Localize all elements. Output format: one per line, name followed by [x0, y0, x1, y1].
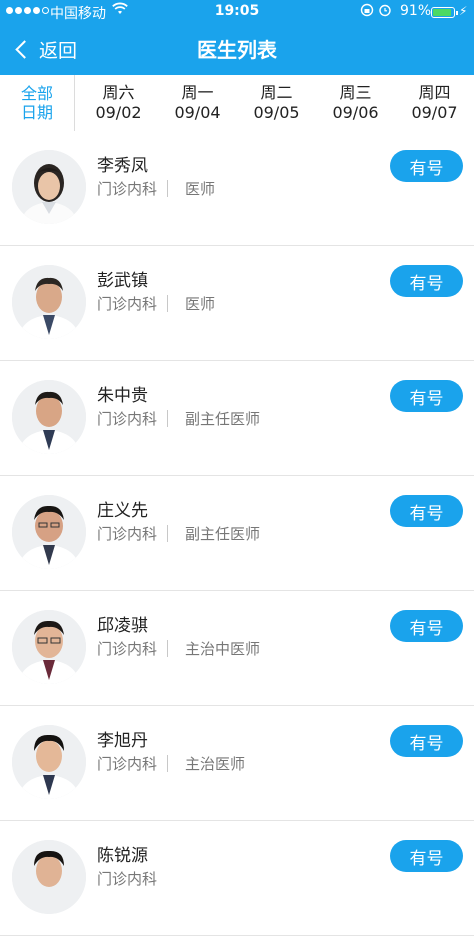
battery-percent: 91%	[400, 3, 432, 19]
doctor-row[interactable]: 朱中贵 门诊内科 副主任医师 有号	[0, 361, 474, 476]
doctor-row[interactable]: 李秀凤 门诊内科 医师 有号	[0, 131, 474, 246]
doctor-meta: 门诊内科 医师	[97, 178, 215, 199]
doctor-department: 门诊内科	[97, 295, 158, 313]
doctor-row[interactable]: 李旭丹 门诊内科 主治医师 有号	[0, 706, 474, 821]
doctor-avatar	[12, 265, 86, 339]
tab-day-date: 09/05	[253, 103, 300, 122]
doctor-name: 庄义先	[97, 501, 148, 521]
doctor-avatar	[12, 840, 86, 914]
tab-day-weekday: 周四	[418, 83, 451, 102]
doctor-avatar	[12, 610, 86, 684]
tab-all-line1: 全部	[20, 84, 53, 103]
meta-divider	[167, 180, 169, 197]
tab-day-weekday: 周三	[339, 83, 372, 102]
tab-day[interactable]: 周三 09/06	[316, 75, 395, 131]
doctor-department: 门诊内科	[97, 525, 158, 543]
rotation-lock-icon	[360, 3, 394, 21]
doctor-meta: 门诊内科 副主任医师	[97, 523, 260, 544]
doctor-avatar	[12, 150, 86, 224]
tab-day-date: 09/07	[411, 103, 458, 122]
doctor-avatar	[12, 725, 86, 799]
meta-divider	[167, 640, 169, 657]
doctor-row[interactable]: 陈锐源 门诊内科 有号	[0, 821, 474, 936]
doctor-list: 李秀凤 门诊内科 医师 有号 彭武镇 门诊内科 医师 有号 朱中贵 门诊内科 副…	[0, 131, 474, 936]
doctor-row[interactable]: 庄义先 门诊内科 副主任医师 有号	[0, 476, 474, 591]
doctor-title: 主治中医师	[185, 640, 261, 658]
page-title: 医生列表	[197, 38, 277, 62]
doctor-avatar	[12, 495, 86, 569]
date-filter-bar: 全部 日期 周六 09/02 周一 09/04 周二 09/05 周三 09/0…	[0, 75, 474, 132]
tab-day-date: 09/04	[174, 103, 221, 122]
availability-button[interactable]: 有号	[390, 380, 463, 412]
doctor-name: 李旭丹	[97, 731, 148, 751]
doctor-meta: 门诊内科 医师	[97, 293, 215, 314]
doctor-meta: 门诊内科 副主任医师	[97, 408, 260, 429]
meta-divider	[167, 410, 169, 427]
top-bar: 中国移动 19:05 91% ⚡ 返回 医生列表	[0, 0, 474, 75]
doctor-name: 李秀凤	[97, 156, 148, 176]
doctor-name: 彭武镇	[97, 271, 148, 291]
doctor-department: 门诊内科	[97, 755, 158, 773]
tab-day[interactable]: 周一 09/04	[158, 75, 237, 131]
doctor-meta: 门诊内科 主治医师	[97, 753, 245, 774]
doctor-row[interactable]: 彭武镇 门诊内科 医师 有号	[0, 246, 474, 361]
availability-button[interactable]: 有号	[390, 495, 463, 527]
battery-icon	[431, 7, 458, 18]
tab-day[interactable]: 周六 09/02	[79, 75, 158, 131]
doctor-title: 主治医师	[185, 755, 246, 773]
doctor-meta: 门诊内科 主治中医师	[97, 638, 260, 659]
doctor-row[interactable]: 邱凌骐 门诊内科 主治中医师 有号	[0, 591, 474, 706]
availability-button[interactable]: 有号	[390, 610, 463, 642]
doctor-department: 门诊内科	[97, 410, 158, 428]
doctor-title: 医师	[185, 295, 216, 313]
doctor-department: 门诊内科	[97, 640, 158, 658]
availability-button[interactable]: 有号	[390, 840, 463, 872]
status-bar: 中国移动 19:05 91% ⚡	[0, 0, 474, 24]
doctor-avatar	[12, 380, 86, 454]
doctor-name: 陈锐源	[97, 846, 148, 866]
tab-day-weekday: 周二	[260, 83, 293, 102]
doctor-title: 副主任医师	[185, 525, 261, 543]
availability-button[interactable]: 有号	[390, 265, 463, 297]
tab-all-dates[interactable]: 全部 日期	[0, 75, 75, 131]
doctor-department: 门诊内科	[97, 180, 158, 198]
tab-day[interactable]: 周四 09/07	[395, 75, 474, 131]
doctor-name: 朱中贵	[97, 386, 148, 406]
tab-day[interactable]: 周二 09/05	[237, 75, 316, 131]
tab-day-weekday: 周六	[102, 83, 135, 102]
meta-divider	[167, 755, 169, 772]
doctor-title: 医师	[185, 180, 216, 198]
doctor-meta: 门诊内科	[97, 868, 157, 889]
meta-divider	[167, 295, 169, 312]
doctor-department: 门诊内科	[97, 870, 158, 888]
availability-button[interactable]: 有号	[390, 150, 463, 182]
tab-day-weekday: 周一	[181, 83, 214, 102]
charging-bolt-icon: ⚡	[459, 4, 468, 18]
tab-day-date: 09/02	[95, 103, 142, 122]
tab-day-date: 09/06	[332, 103, 379, 122]
doctor-name: 邱凌骐	[97, 616, 148, 636]
doctor-title: 副主任医师	[185, 410, 261, 428]
tab-all-line2: 日期	[20, 103, 53, 122]
availability-button[interactable]: 有号	[390, 725, 463, 757]
meta-divider	[167, 525, 169, 542]
